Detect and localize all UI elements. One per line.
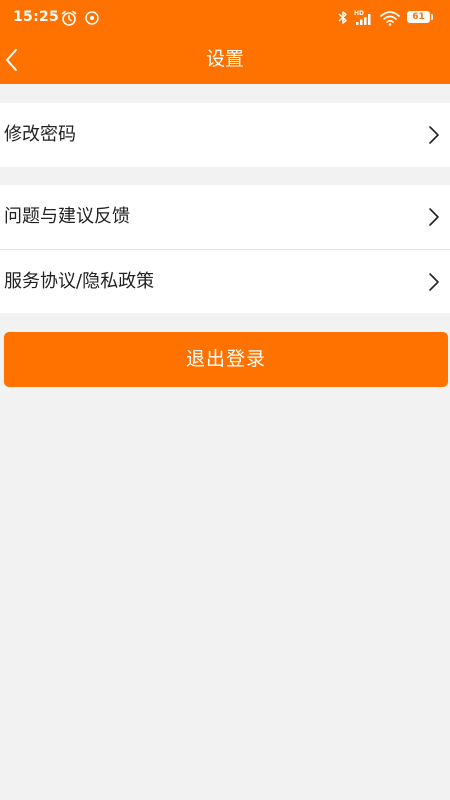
settings-item-change-password[interactable]: 修改密码 [0,103,450,167]
page-title: 设置 [205,48,244,70]
back-button[interactable] [0,38,40,84]
settings-item-agreement-privacy[interactable]: 服务协议/隐私政策 [0,249,450,313]
hd-signal-icon: HD [353,9,375,31]
battery-icon: 61 [407,11,430,23]
settings-group-info: 问题与建议反馈 服务协议/隐私政策 [0,185,450,313]
wifi-icon [379,9,401,31]
chevron-right-icon [428,207,440,231]
logout-button[interactable]: 退出登录 [4,332,448,387]
battery-cap [431,14,433,20]
settings-item-label: 问题与建议反馈 [4,206,130,227]
notification-icon [84,9,100,31]
settings-item-label: 服务协议/隐私政策 [4,271,155,292]
chevron-left-icon [4,48,20,76]
svg-text:HD: HD [354,10,364,17]
settings-group-account: 修改密码 [0,103,450,167]
chevron-right-icon [428,125,440,149]
status-bar: 15:25 HD 61 [0,0,450,38]
status-time: 15:25 [13,9,60,25]
settings-item-label: 修改密码 [4,124,76,145]
chevron-right-icon [428,272,440,296]
settings-item-feedback[interactable]: 问题与建议反馈 [0,185,450,249]
battery-level: 61 [412,12,425,22]
bluetooth-icon [337,9,349,31]
header: 设置 [0,38,450,84]
alarm-icon [60,9,78,31]
